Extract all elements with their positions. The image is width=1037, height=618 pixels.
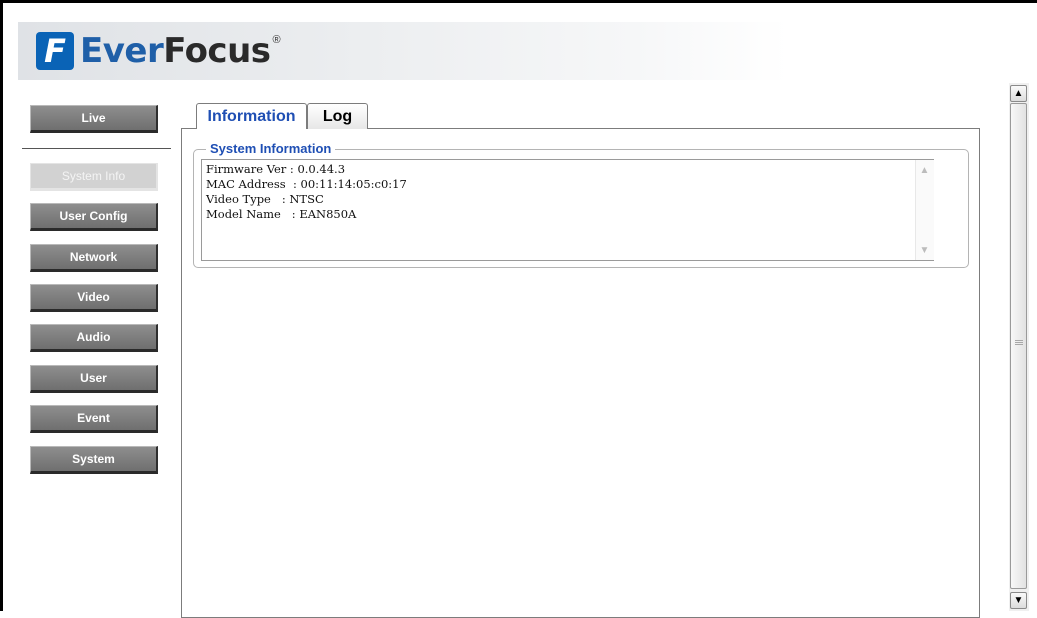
- page-scroll-down-icon[interactable]: ▼: [1010, 592, 1027, 609]
- sidebar-item-system-info[interactable]: System Info: [30, 163, 158, 191]
- grip-icon: [1015, 340, 1023, 341]
- tab-information[interactable]: Information: [196, 103, 307, 129]
- sidebar-item-system[interactable]: System: [30, 446, 158, 474]
- system-information-legend: System Information: [206, 141, 336, 156]
- sidebar-divider: [22, 148, 171, 149]
- scroll-up-icon[interactable]: ▲: [918, 164, 931, 177]
- sidebar-item-user[interactable]: User: [30, 365, 158, 393]
- logo-registered: ®: [272, 34, 281, 46]
- info-line-video-type: Video Type : NTSC: [206, 192, 324, 206]
- window-frame-top: [0, 0, 1037, 3]
- scroll-down-icon[interactable]: ▼: [918, 244, 931, 257]
- sidebar-item-audio[interactable]: Audio: [30, 324, 158, 352]
- page-scroll-up-icon[interactable]: ▲: [1010, 85, 1027, 102]
- window-frame-left: [0, 0, 3, 611]
- info-line-mac: MAC Address : 00:11:14:05:c0:17: [206, 177, 407, 191]
- sidebar-item-video[interactable]: Video: [30, 284, 158, 312]
- sidebar-item-user-config[interactable]: User Config: [30, 203, 158, 231]
- tab-log[interactable]: Log: [307, 103, 368, 129]
- sidebar-item-event[interactable]: Event: [30, 405, 158, 433]
- logo-text: EverFocus: [80, 31, 271, 71]
- page-scroll-thumb[interactable]: [1010, 103, 1027, 589]
- info-line-model: Model Name : EAN850A: [206, 207, 357, 221]
- info-line-firmware: Firmware Ver : 0.0.44.3: [206, 162, 346, 176]
- everfocus-logo: F EverFocus ®: [36, 30, 281, 72]
- textarea-scrollbar[interactable]: ▲ ▼: [915, 160, 934, 260]
- live-button[interactable]: Live: [30, 105, 158, 133]
- sidebar-item-network[interactable]: Network: [30, 244, 158, 272]
- logo-mark-icon: F: [36, 32, 74, 70]
- page-scrollbar[interactable]: ▲ ▼: [1009, 83, 1029, 611]
- system-information-textarea[interactable]: Firmware Ver : 0.0.44.3 MAC Address : 00:…: [201, 159, 934, 261]
